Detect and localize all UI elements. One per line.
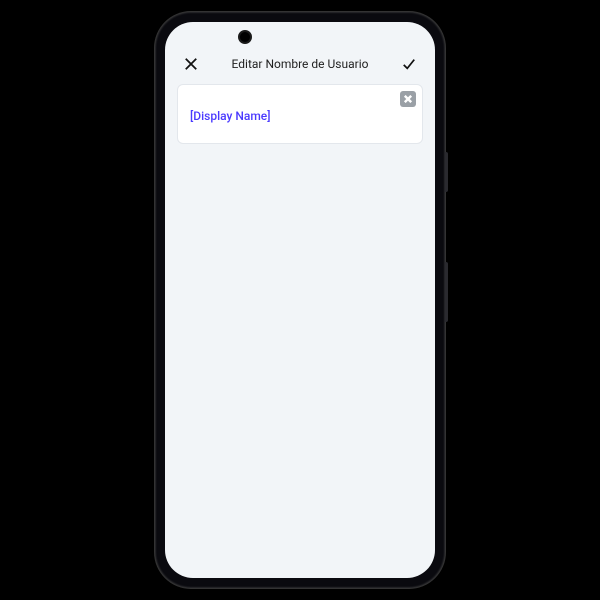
screen: Editar Nombre de Usuario [Display Name]: [165, 22, 435, 578]
username-input-value[interactable]: [Display Name]: [190, 109, 410, 123]
status-bar: [165, 22, 435, 50]
username-input-card[interactable]: [Display Name]: [177, 84, 423, 144]
header-bar: Editar Nombre de Usuario: [165, 50, 435, 84]
page-title: Editar Nombre de Usuario: [209, 57, 391, 71]
phone-frame: Editar Nombre de Usuario [Display Name]: [155, 12, 445, 588]
close-icon[interactable]: [181, 54, 201, 74]
front-camera: [238, 30, 252, 44]
clear-input-icon[interactable]: [400, 91, 416, 107]
confirm-icon[interactable]: [399, 54, 419, 74]
volume-button: [445, 152, 448, 192]
power-button: [445, 262, 448, 322]
